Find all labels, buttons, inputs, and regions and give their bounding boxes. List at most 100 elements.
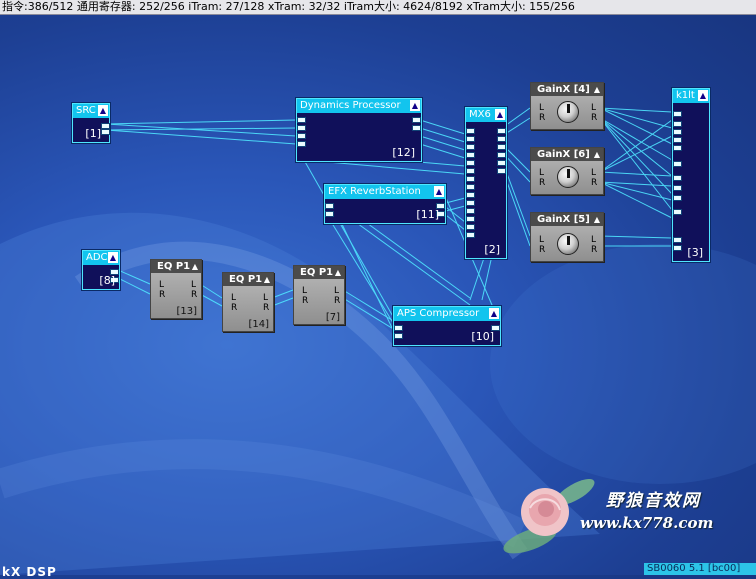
input-pin[interactable] bbox=[466, 144, 475, 150]
eq-p1-14-module[interactable]: EQ P1 ▲ L R L R [14] bbox=[222, 272, 274, 332]
right-input-label: R bbox=[159, 290, 166, 300]
collapse-arrow-icon[interactable]: ▲ bbox=[489, 308, 499, 319]
output-pin[interactable] bbox=[412, 125, 421, 131]
collapse-arrow-icon[interactable]: ▲ bbox=[698, 90, 708, 101]
module-index: [1] bbox=[85, 127, 101, 140]
input-pin[interactable] bbox=[466, 232, 475, 238]
gain-knob[interactable] bbox=[557, 166, 579, 188]
mx6-module[interactable]: MX6 ▲ [2] bbox=[465, 107, 507, 259]
input-pin[interactable] bbox=[297, 117, 306, 123]
input-pin[interactable] bbox=[673, 137, 682, 143]
left-output-label: L bbox=[591, 235, 597, 245]
input-pin[interactable] bbox=[466, 160, 475, 166]
output-pin[interactable] bbox=[101, 129, 110, 135]
input-pin[interactable] bbox=[466, 136, 475, 142]
left-input-label: L bbox=[539, 103, 545, 113]
adc-title[interactable]: ADC ▲ bbox=[83, 251, 119, 265]
output-pin[interactable] bbox=[497, 152, 506, 158]
input-pin[interactable] bbox=[466, 200, 475, 206]
output-pin[interactable] bbox=[412, 117, 421, 123]
input-pin[interactable] bbox=[673, 185, 682, 191]
output-pin[interactable] bbox=[497, 168, 506, 174]
gainx-title[interactable]: GainX [4] ▲ bbox=[531, 83, 603, 96]
right-output-label: R bbox=[591, 113, 598, 123]
gainx-title[interactable]: GainX [5] ▲ bbox=[531, 213, 603, 226]
left-output-label: L bbox=[591, 168, 597, 178]
input-pin[interactable] bbox=[325, 203, 334, 209]
input-pin[interactable] bbox=[297, 125, 306, 131]
input-pin[interactable] bbox=[466, 128, 475, 134]
collapse-arrow-icon[interactable]: ▲ bbox=[594, 83, 600, 96]
input-pin[interactable] bbox=[297, 141, 306, 147]
left-output-label: L bbox=[191, 280, 197, 290]
input-pin[interactable] bbox=[673, 111, 682, 117]
collapse-arrow-icon[interactable]: ▲ bbox=[495, 109, 505, 120]
input-pin[interactable] bbox=[673, 121, 682, 127]
collapse-arrow-icon[interactable]: ▲ bbox=[410, 100, 420, 111]
mx6-title[interactable]: MX6 ▲ bbox=[466, 108, 506, 122]
input-pin[interactable] bbox=[466, 184, 475, 190]
input-pin[interactable] bbox=[673, 129, 682, 135]
eq-p1-title[interactable]: EQ P1 ▲ bbox=[223, 273, 273, 286]
input-pin[interactable] bbox=[673, 237, 682, 243]
left-output-label: L bbox=[334, 286, 340, 296]
collapse-arrow-icon[interactable]: ▲ bbox=[264, 273, 270, 286]
collapse-arrow-icon[interactable]: ▲ bbox=[594, 148, 600, 161]
gainx-title[interactable]: GainX [6] ▲ bbox=[531, 148, 603, 161]
eq-p1-13-module[interactable]: EQ P1 ▲ L R L R [13] bbox=[150, 259, 202, 319]
aps-compressor-title[interactable]: APS Compressor ▲ bbox=[394, 307, 500, 321]
eq-p1-7-module[interactable]: EQ P1 ▲ L R L R [7] bbox=[293, 265, 345, 325]
output-pin[interactable] bbox=[497, 144, 506, 150]
collapse-arrow-icon[interactable]: ▲ bbox=[594, 213, 600, 226]
input-pin[interactable] bbox=[466, 152, 475, 158]
gainx-5-module[interactable]: GainX [5] ▲ L R L R bbox=[530, 212, 604, 262]
efx-reverbstation-module[interactable]: EFX ReverbStation ▲ [11] bbox=[324, 184, 446, 224]
input-pin[interactable] bbox=[466, 208, 475, 214]
watermark-url: www.kx778.com bbox=[580, 514, 714, 532]
input-pin[interactable] bbox=[673, 209, 682, 215]
input-pin[interactable] bbox=[466, 192, 475, 198]
collapse-arrow-icon[interactable]: ▲ bbox=[108, 252, 118, 263]
collapse-arrow-icon[interactable]: ▲ bbox=[98, 105, 108, 116]
left-input-label: L bbox=[231, 293, 237, 303]
dynamics-processor-title[interactable]: Dynamics Processor ▲ bbox=[297, 99, 421, 113]
collapse-arrow-icon[interactable]: ▲ bbox=[335, 266, 341, 279]
output-pin[interactable] bbox=[497, 136, 506, 142]
input-pin[interactable] bbox=[325, 211, 334, 217]
k1lt-title[interactable]: k1lt ▲ bbox=[673, 89, 709, 103]
adc-module[interactable]: ADC ▲ [8] bbox=[82, 250, 120, 290]
gain-knob[interactable] bbox=[557, 233, 579, 255]
input-pin[interactable] bbox=[466, 216, 475, 222]
output-pin[interactable] bbox=[497, 160, 506, 166]
aps-compressor-module[interactable]: APS Compressor ▲ [10] bbox=[393, 306, 501, 346]
input-pin[interactable] bbox=[394, 333, 403, 339]
input-pin[interactable] bbox=[297, 133, 306, 139]
gainx-6-module[interactable]: GainX [6] ▲ L R L R bbox=[530, 147, 604, 195]
efx-reverbstation-title[interactable]: EFX ReverbStation ▲ bbox=[325, 185, 445, 199]
device-id-badge: SB0060 5.1 [bc00] bbox=[644, 563, 756, 575]
k1lt-module[interactable]: k1lt ▲ [3] bbox=[672, 88, 710, 262]
src-title[interactable]: SRC ▲ bbox=[73, 104, 109, 118]
eq-p1-title[interactable]: EQ P1 ▲ bbox=[151, 260, 201, 273]
module-index: [3] bbox=[687, 246, 703, 259]
gainx-4-module[interactable]: GainX [4] ▲ L R L R bbox=[530, 82, 604, 130]
right-input-label: R bbox=[302, 296, 309, 306]
input-pin[interactable] bbox=[394, 325, 403, 331]
input-pin[interactable] bbox=[673, 195, 682, 201]
input-pin[interactable] bbox=[673, 161, 682, 167]
eq-p1-title[interactable]: EQ P1 ▲ bbox=[294, 266, 344, 279]
input-pin[interactable] bbox=[466, 176, 475, 182]
input-pin[interactable] bbox=[673, 245, 682, 251]
input-pin[interactable] bbox=[466, 168, 475, 174]
input-pin[interactable] bbox=[673, 175, 682, 181]
dynamics-processor-module[interactable]: Dynamics Processor ▲ [12] bbox=[296, 98, 422, 162]
input-pin[interactable] bbox=[466, 224, 475, 230]
collapse-arrow-icon[interactable]: ▲ bbox=[434, 186, 444, 197]
collapse-arrow-icon[interactable]: ▲ bbox=[192, 260, 198, 273]
input-pin[interactable] bbox=[673, 145, 682, 151]
gain-knob[interactable] bbox=[557, 101, 579, 123]
output-pin[interactable] bbox=[497, 128, 506, 134]
left-output-label: L bbox=[263, 293, 269, 303]
app-logo-text: kX DSP bbox=[2, 565, 57, 579]
src-module[interactable]: SRC ▲ [1] bbox=[72, 103, 110, 143]
